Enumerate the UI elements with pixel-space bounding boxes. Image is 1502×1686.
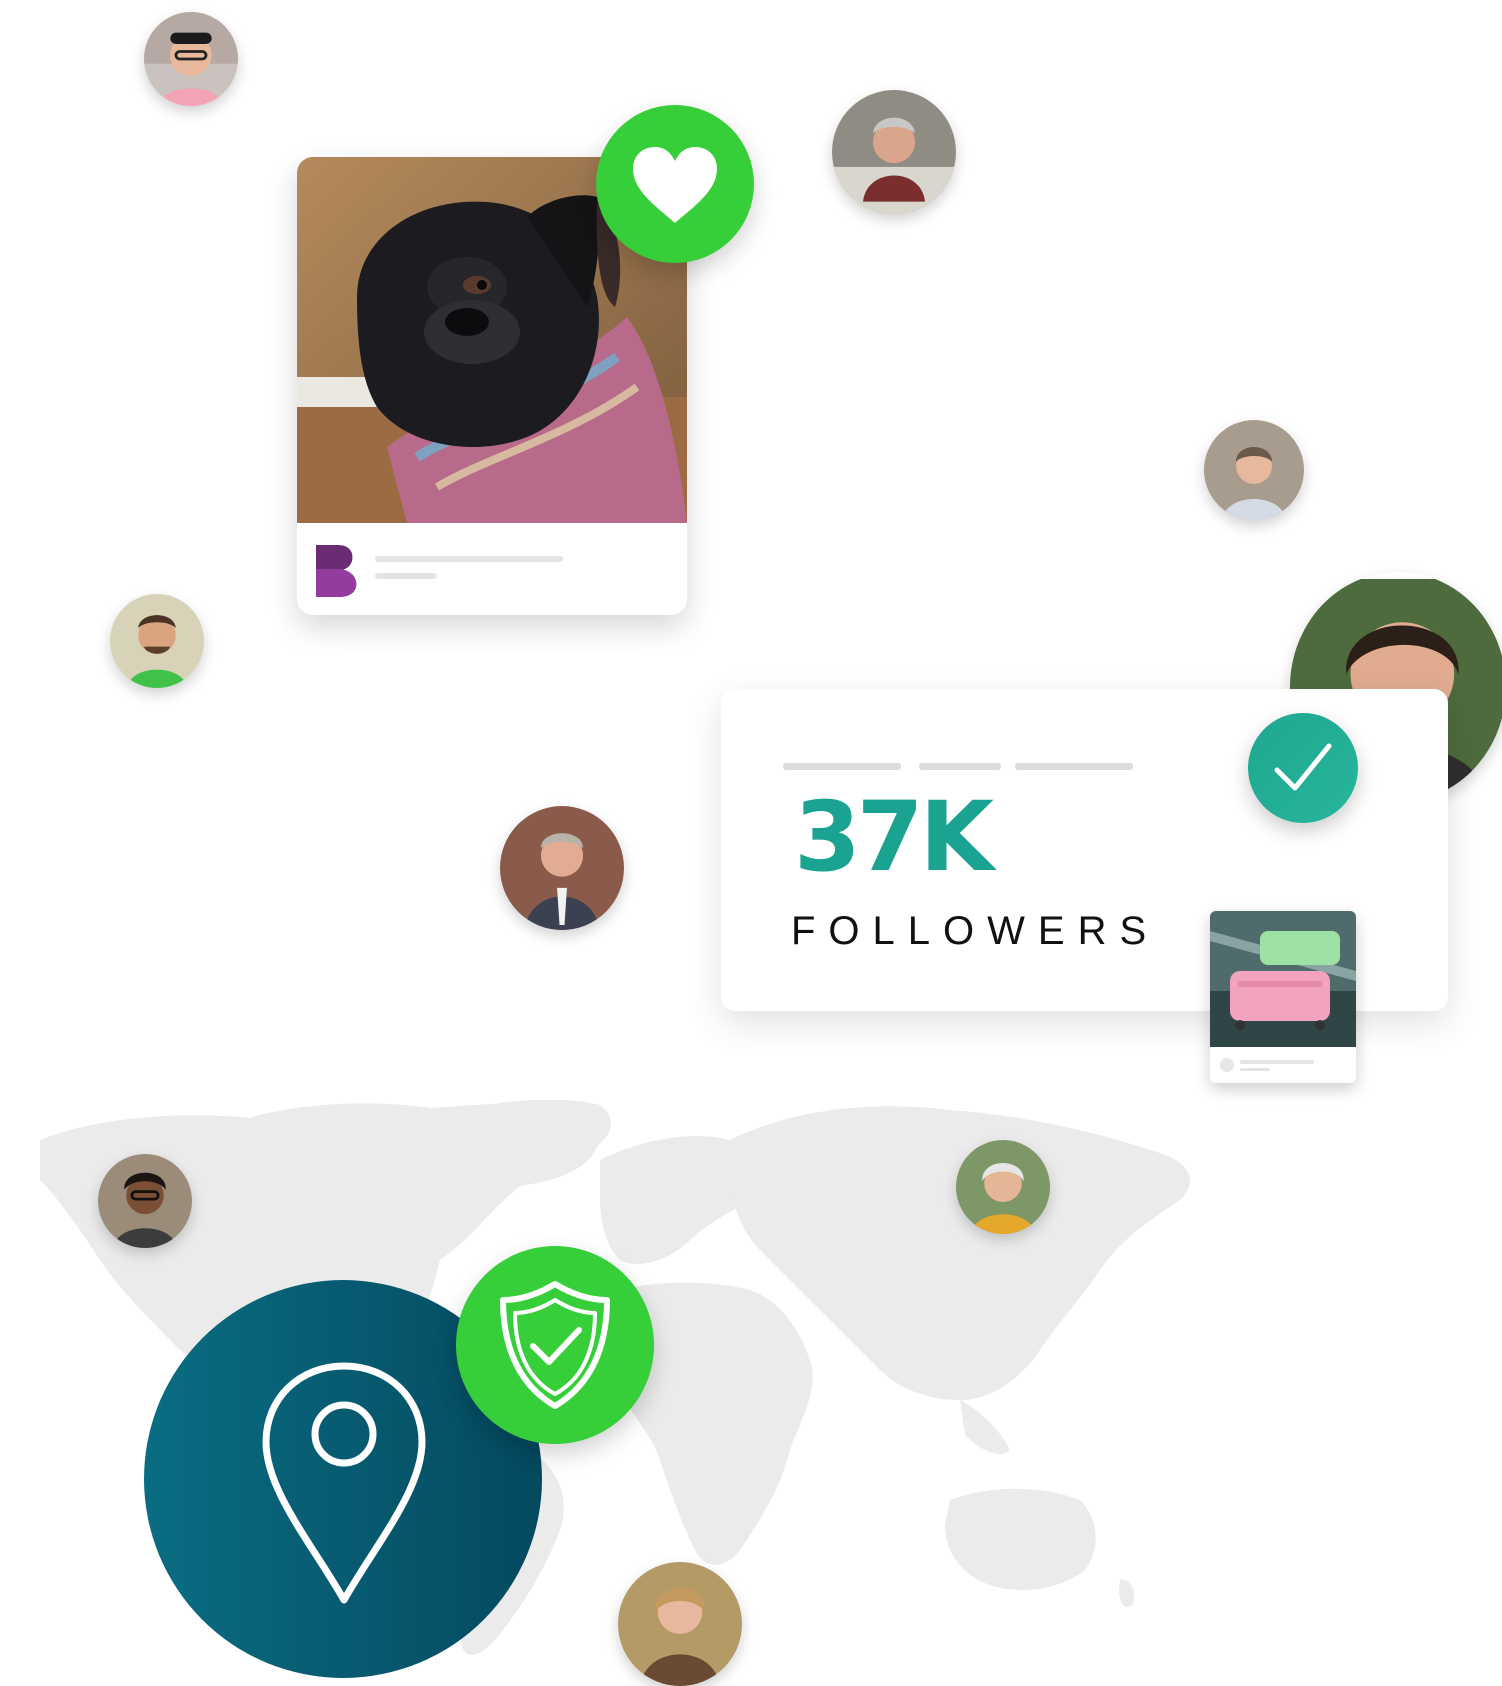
text-line: [919, 763, 1001, 770]
security-badge: [456, 1246, 654, 1444]
post-footer: [297, 523, 687, 615]
avatar: [832, 90, 956, 214]
followers-count: 37K: [794, 781, 994, 893]
text-line: [1015, 763, 1133, 770]
text-line: [375, 556, 563, 562]
text-line: [1240, 1068, 1270, 1071]
map-pin-icon: [262, 1362, 426, 1604]
text-line: [1240, 1060, 1314, 1064]
avatar: [500, 806, 624, 930]
avatar: [956, 1140, 1050, 1234]
brand-logo-icon: [316, 545, 357, 597]
verified-badge: [1248, 713, 1358, 823]
avatar: [110, 594, 204, 688]
avatar: [98, 1154, 192, 1248]
avatar: [144, 12, 238, 106]
mini-post-photo: [1210, 911, 1356, 1047]
avatar: [618, 1562, 742, 1686]
text-line: [375, 573, 437, 579]
avatar: [1204, 420, 1304, 520]
checkmark-icon: [1274, 743, 1332, 791]
like-badge[interactable]: [596, 105, 754, 263]
heart-icon: [633, 147, 717, 223]
followers-label: FOLLOWERS: [791, 909, 1160, 953]
shield-check-icon: [500, 1281, 610, 1409]
text-line: [783, 763, 901, 770]
mini-avatar-dot: [1220, 1058, 1234, 1072]
mini-post-card[interactable]: [1210, 911, 1356, 1083]
mini-post-footer: [1210, 1047, 1356, 1083]
